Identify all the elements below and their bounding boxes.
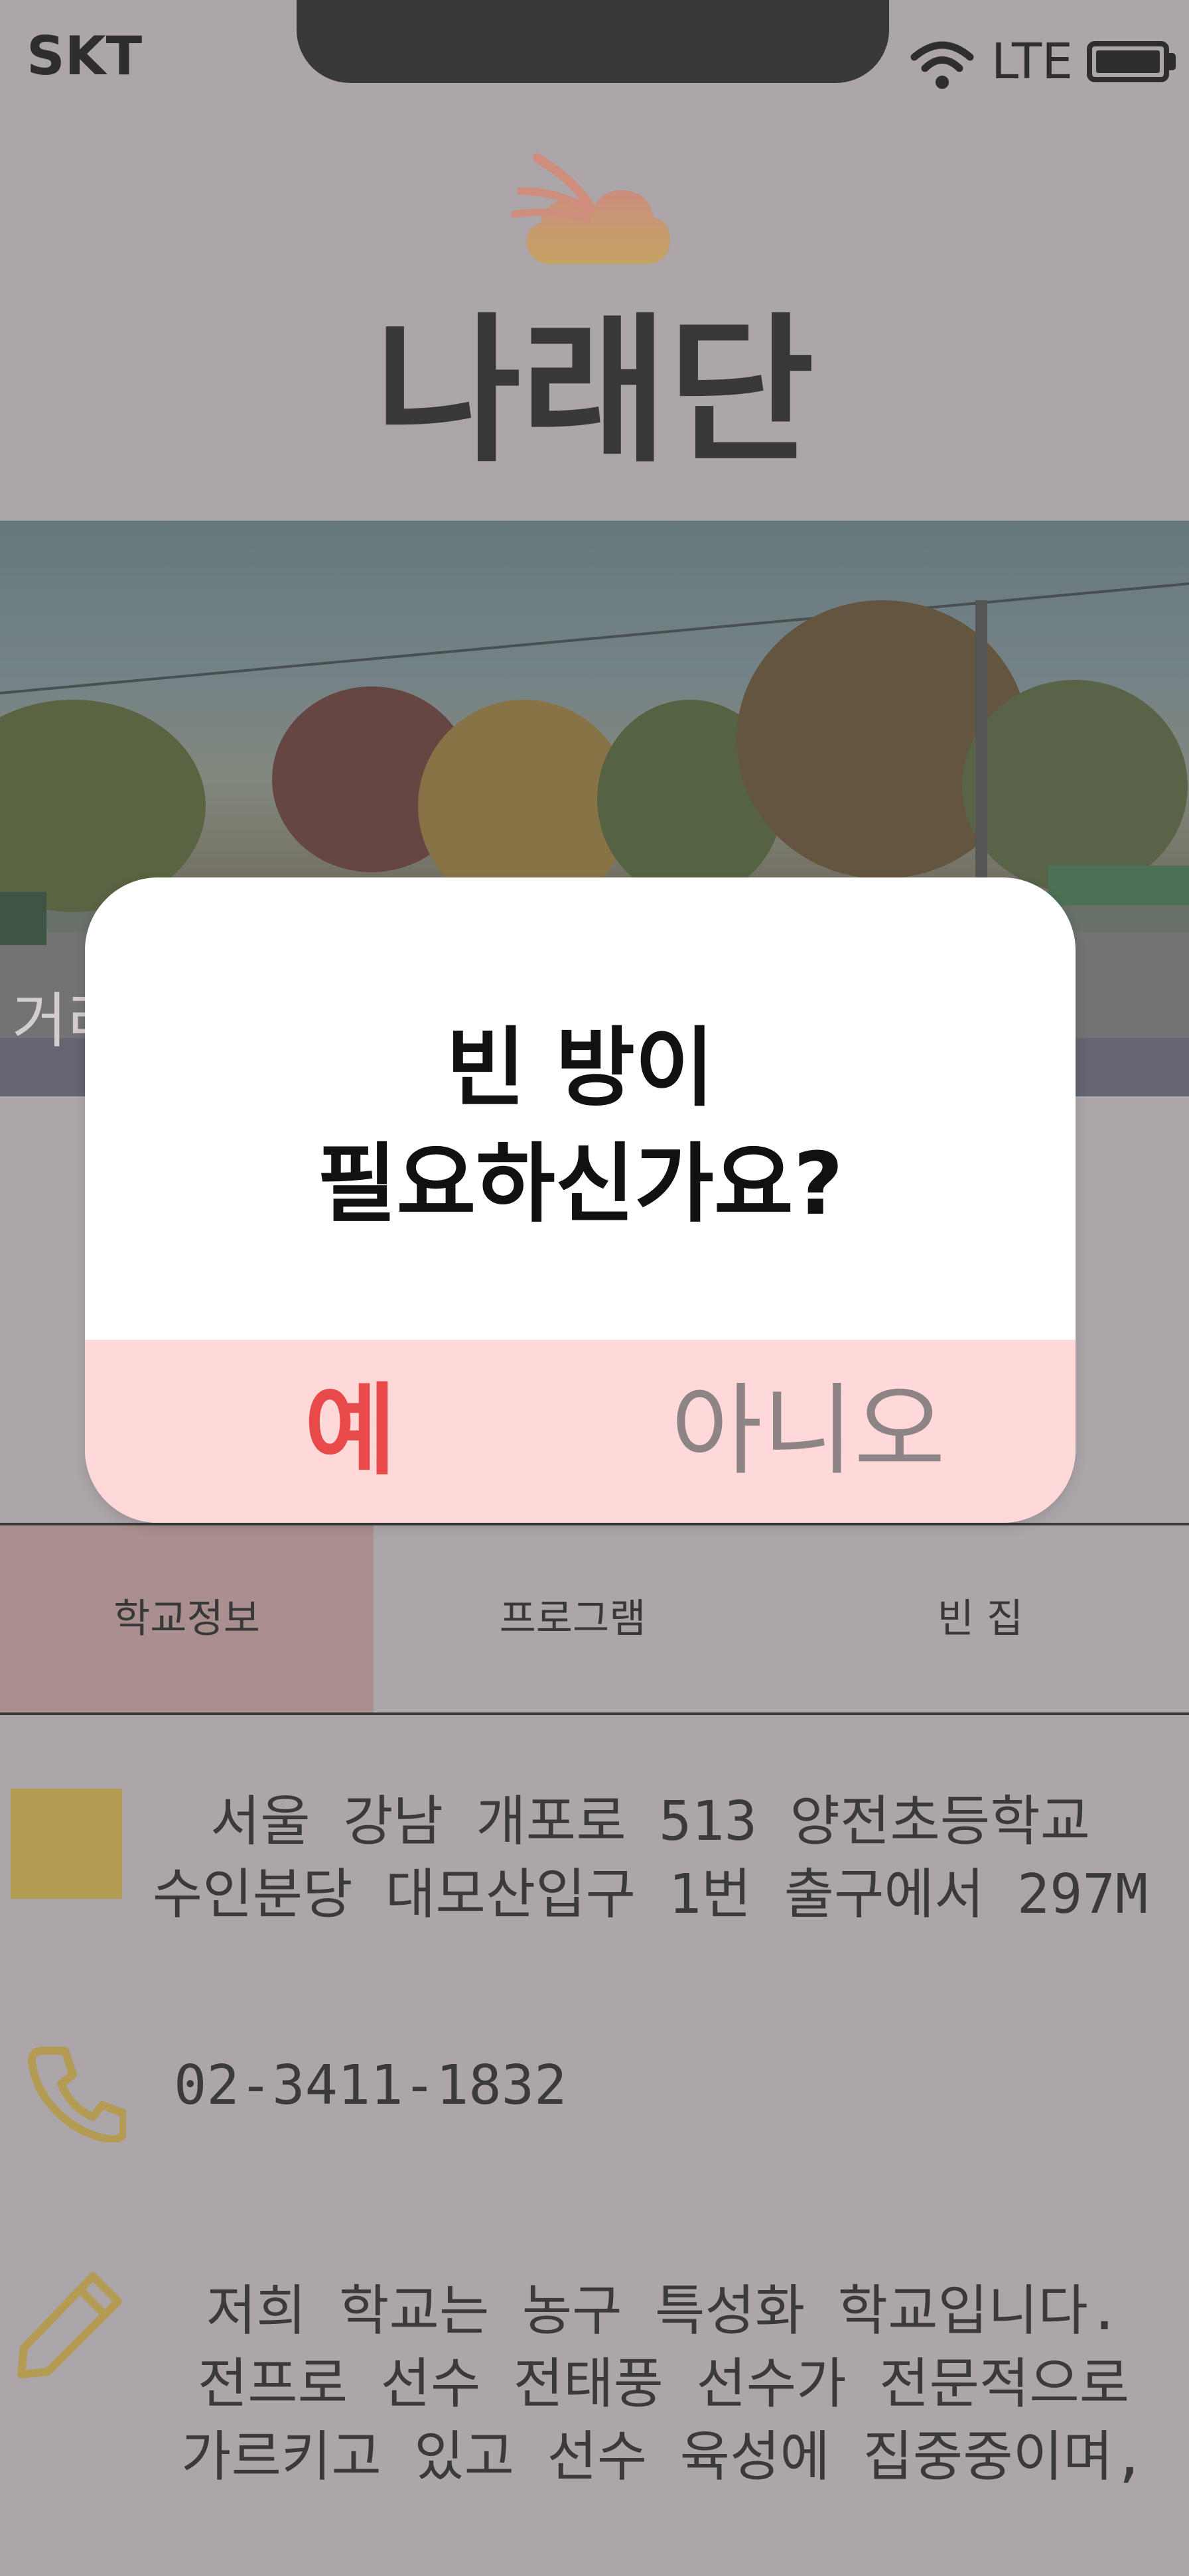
yes-button[interactable]: 예 (165, 1340, 536, 1523)
empty-room-dialog: 빈 방이 필요하신가요? 예 아니오 (85, 877, 1076, 1523)
no-button[interactable]: 아니오 (589, 1340, 1027, 1523)
dialog-message-line-1: 빈 방이 (446, 1017, 715, 1118)
dialog-message-line-2: 필요하신가요? (316, 1133, 843, 1234)
dialog-actions: 예 아니오 (85, 1340, 1076, 1523)
dialog-message: 빈 방이 필요하신가요? (85, 1010, 1076, 1242)
